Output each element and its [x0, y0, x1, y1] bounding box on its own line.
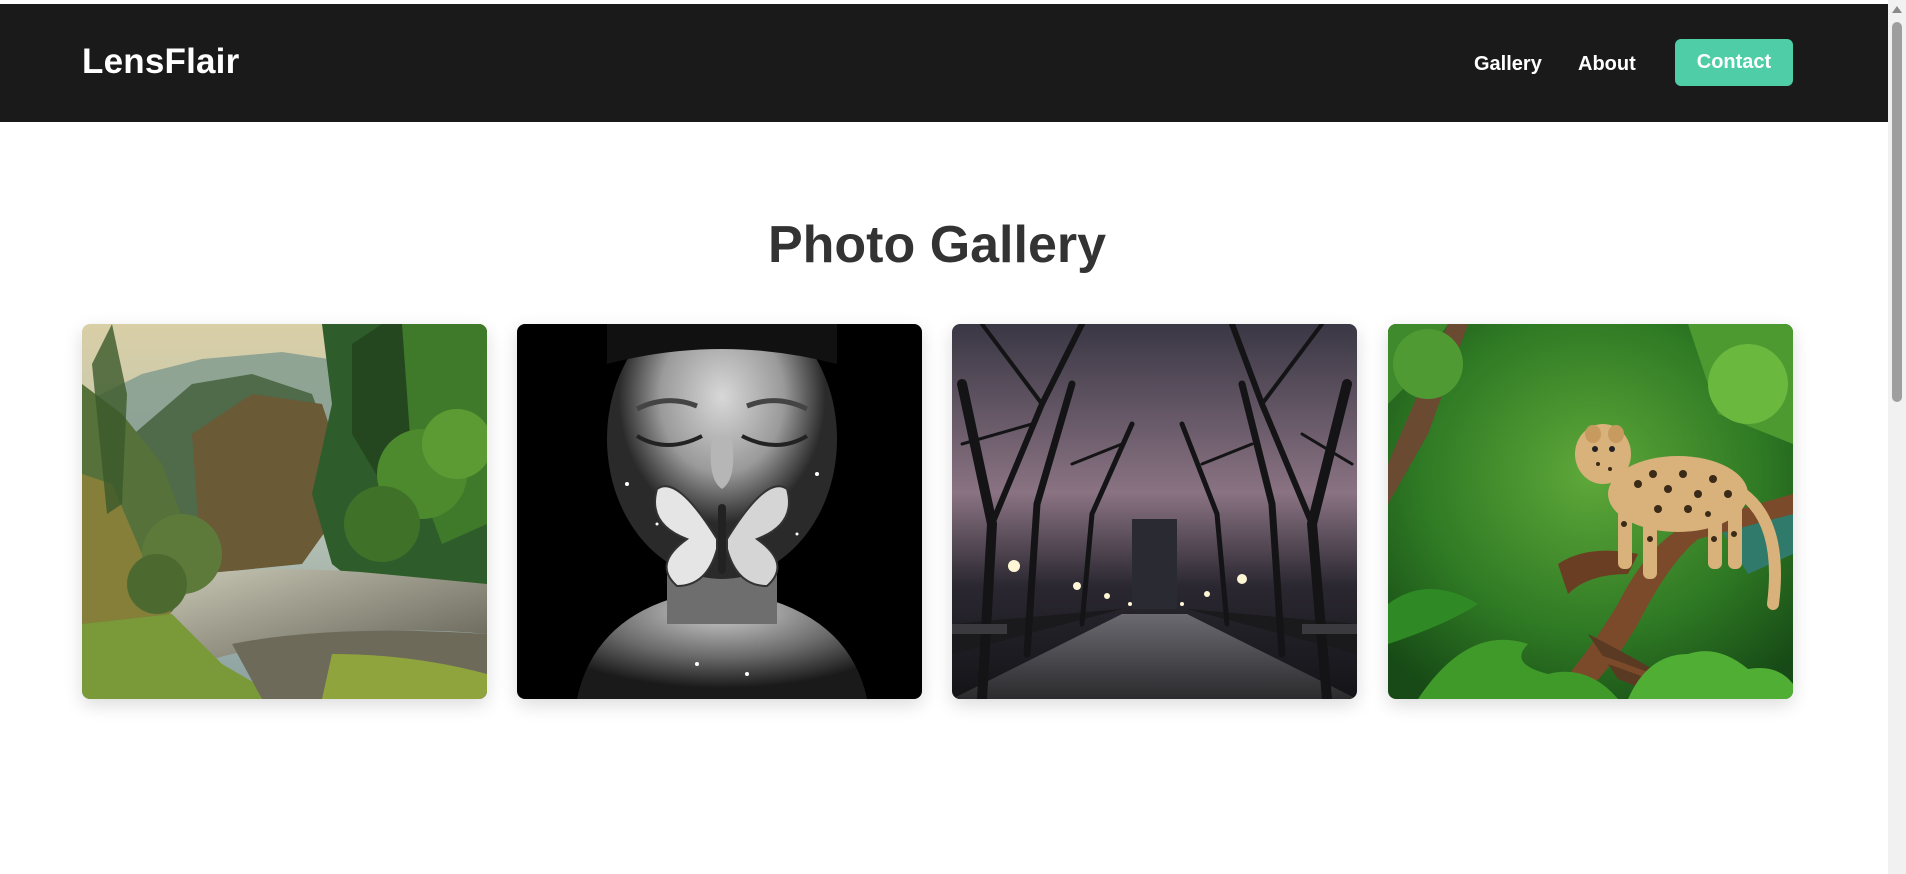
photo-card-forest-river[interactable] [82, 324, 487, 699]
nav-link-about[interactable]: About [1578, 52, 1636, 76]
photo-card-leopard[interactable] [1388, 324, 1793, 699]
brand-logo[interactable]: LensFlair [82, 40, 239, 84]
leopard-image [1388, 324, 1793, 699]
scroll-up-arrow-icon[interactable] [1892, 6, 1902, 13]
photo-card-night-path[interactable] [952, 324, 1357, 699]
photo-card-butterfly-portrait[interactable] [517, 324, 922, 699]
scrollbar-thumb[interactable] [1892, 22, 1902, 402]
night-path-image [952, 324, 1357, 699]
nav-link-gallery[interactable]: Gallery [1474, 52, 1542, 76]
forest-river-image [82, 324, 487, 699]
page: LensFlair Gallery About Contact Photo Ga… [0, 0, 1906, 874]
photo-gallery [82, 324, 1793, 699]
vertical-scrollbar[interactable] [1888, 0, 1906, 874]
butterfly-portrait-image [517, 324, 922, 699]
navbar: LensFlair Gallery About Contact [0, 4, 1888, 122]
page-title: Photo Gallery [767, 216, 1107, 274]
contact-button[interactable]: Contact [1675, 39, 1793, 86]
